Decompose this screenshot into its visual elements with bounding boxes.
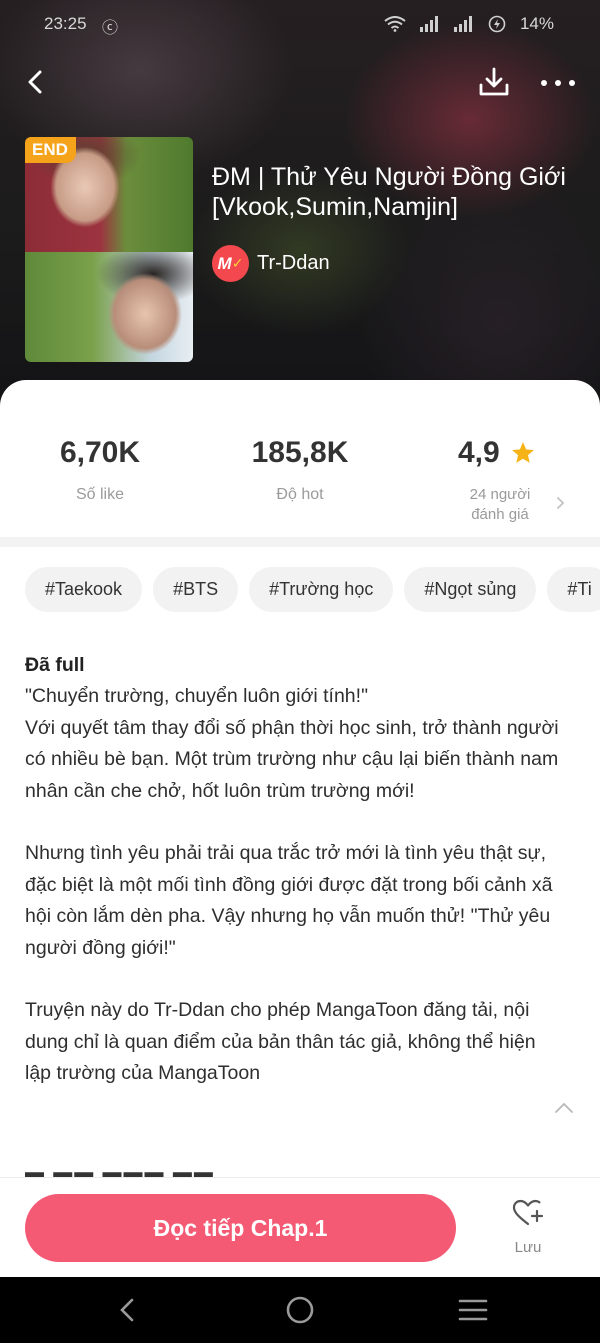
author-name[interactable]: Tr-Ddan xyxy=(257,252,330,275)
description-spacer xyxy=(25,964,565,995)
tag-chip[interactable]: #Ti xyxy=(547,567,600,612)
heart-plus-icon xyxy=(512,1199,544,1226)
nav-home-icon[interactable] xyxy=(282,1294,318,1326)
tag-chip[interactable]: #BTS xyxy=(153,567,239,612)
rating-caption: đánh giá xyxy=(471,506,529,523)
more-button[interactable] xyxy=(538,62,578,102)
status-time: 23:25 xyxy=(44,14,87,33)
nav-back-icon[interactable] xyxy=(110,1294,146,1326)
download-icon xyxy=(479,67,509,96)
book-cover[interactable]: END xyxy=(25,137,193,362)
download-button[interactable] xyxy=(476,62,512,102)
battery-icon xyxy=(488,15,506,33)
author-avatar[interactable]: M ✓ xyxy=(212,245,249,282)
description: Đã full "Chuyển trường, chuyển luôn giới… xyxy=(25,650,565,1090)
description-heading: Đã full xyxy=(25,654,85,676)
battery-percent: 14% xyxy=(519,14,554,33)
continue-reading-button[interactable]: Đọc tiếp Chap.1 xyxy=(25,1194,456,1262)
save-label: Lưu xyxy=(514,1239,542,1256)
more-horizontal-icon xyxy=(541,80,575,86)
end-badge: END xyxy=(25,137,76,163)
tag-chip[interactable]: #Taekook xyxy=(25,567,143,612)
hot-label: Độ hot xyxy=(276,486,324,503)
rating-value[interactable]: 4,9 xyxy=(458,436,500,470)
likes-stat: 6,70K Số like xyxy=(0,436,200,504)
system-nav-bar xyxy=(0,1277,600,1343)
tag-list: #Taekook #BTS #Trường học #Ngọt sủng #Ti xyxy=(25,567,600,612)
cover-image-bottom xyxy=(25,252,193,362)
wifi-icon xyxy=(384,16,406,32)
status-app-icon: ⓒ xyxy=(102,20,119,37)
nav-menu-icon[interactable] xyxy=(455,1294,491,1326)
section-divider xyxy=(0,537,600,547)
description-paragraph: Nhưng tình yêu phải trải qua trắc trở mớ… xyxy=(25,842,558,959)
stats-row: 6,70K Số like 185,8K Độ hot 4,9 24 người… xyxy=(0,410,600,535)
likes-value: 6,70K xyxy=(59,436,141,469)
bottom-action-bar: Đọc tiếp Chap.1 Lưu xyxy=(0,1177,600,1277)
chevron-up-icon[interactable] xyxy=(553,1100,575,1116)
status-bar: 23:25 ⓒ 14% xyxy=(0,0,600,48)
author-logo-text: M xyxy=(217,253,232,273)
book-title: ĐM | Thử Yêu Người Đồng Giới [Vkook,Sumi… xyxy=(212,163,566,221)
signal-icon xyxy=(419,16,440,32)
back-button[interactable] xyxy=(22,62,54,102)
tag-chip[interactable]: #Trường học xyxy=(249,567,394,612)
save-button[interactable]: Lưu xyxy=(496,1198,560,1260)
rating-count: 24 người xyxy=(469,486,531,503)
tag-chip[interactable]: #Ngọt sủng xyxy=(404,567,537,612)
description-disclaimer: Truyện này do Tr-Ddan cho phép MangaToon… xyxy=(25,999,542,1085)
chevron-left-icon xyxy=(28,70,42,94)
author-logo-mark: ✓ xyxy=(231,255,244,271)
signal-icon xyxy=(453,16,474,32)
description-tagline: "Chuyển trường, chuyển luôn giới tính!" xyxy=(25,685,368,708)
rating-label[interactable]: 24 người đánh giá xyxy=(452,485,548,525)
description-paragraph: Với quyết tâm thay đổi số phận thời học … xyxy=(25,716,564,802)
status-right: 14% xyxy=(384,14,554,34)
chevron-right-icon[interactable] xyxy=(554,495,566,511)
description-spacer xyxy=(25,807,565,838)
likes-label: Số like xyxy=(75,486,125,503)
hot-value: 185,8K xyxy=(251,436,349,469)
hot-stat: 185,8K Độ hot xyxy=(200,436,400,504)
star-icon xyxy=(512,442,534,463)
